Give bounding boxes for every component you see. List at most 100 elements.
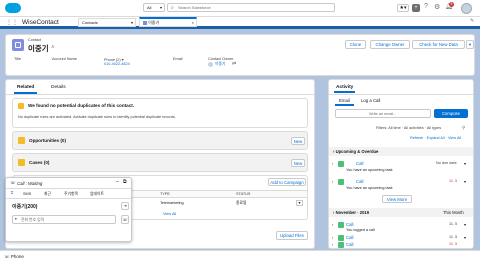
activity-item-4-title[interactable]: Call xyxy=(346,235,353,240)
expand-icon: › xyxy=(332,235,334,240)
popout-icon[interactable]: ⧉ xyxy=(123,179,127,185)
call-panel: ☏ Call : Waiting – ⧉ ⌗ SMS 최근 주기항목 업데이트 … xyxy=(5,177,132,242)
follow-icon[interactable]: ⋏ xyxy=(51,44,55,50)
phone-number-placeholder: 전화 번호 입력 xyxy=(21,217,45,222)
tab-sms[interactable]: SMS xyxy=(23,192,31,196)
change-owner-button[interactable]: Change Owner xyxy=(370,40,410,49)
search-input[interactable]: ⌕ Search Salesforce xyxy=(167,3,335,12)
tab-favorites[interactable]: 주기항목 xyxy=(64,192,78,197)
tab-updates[interactable]: 업데이트 xyxy=(90,192,104,197)
transfer-icon[interactable]: ⇥ xyxy=(121,202,129,210)
item-menu-icon[interactable]: ▾ xyxy=(464,235,466,240)
duplicates-card: We found no potential duplicates of this… xyxy=(12,98,308,128)
activity-item-1[interactable]: › Call You have an upcoming task No due … xyxy=(329,159,473,176)
activity-item-1-desc: You have an upcoming task xyxy=(346,168,393,172)
clone-button[interactable]: Clone xyxy=(345,40,366,49)
nav-tab-record[interactable]: 이중기 × xyxy=(139,17,197,27)
month-section-header[interactable]: › November · 2019 This Month xyxy=(329,208,473,217)
activity-item-1-date: No due date xyxy=(436,161,457,165)
tab-dialpad-icon[interactable]: ⌗ xyxy=(11,191,13,195)
duplicates-body: No duplicate rules are activated. Activa… xyxy=(18,115,176,119)
add-to-campaign-button[interactable]: Add to Campaign xyxy=(268,178,306,186)
change-owner-icon[interactable]: ⇄ xyxy=(232,61,236,67)
compose-button[interactable]: Compose xyxy=(434,109,468,118)
help-icon[interactable]: ? xyxy=(424,3,432,13)
view-more-button[interactable]: View More xyxy=(382,195,412,203)
more-actions-button[interactable]: ▾ xyxy=(466,40,474,49)
tab-related-label: Related xyxy=(17,85,35,90)
check-new-data-button[interactable]: Check for New Data xyxy=(412,40,465,49)
app-launcher-icon[interactable]: ⋮⋮ xyxy=(6,20,18,26)
favorites-icon[interactable]: ★▾ xyxy=(397,4,409,12)
activity-tab-log-call-label: Log a Call xyxy=(361,98,381,103)
call-task-icon xyxy=(338,179,344,185)
utility-phone-item[interactable]: ☏ Phone xyxy=(4,252,24,261)
dial-button[interactable]: ☏ xyxy=(121,215,129,224)
nav-tab-contacts[interactable]: Contacts ▾ xyxy=(78,18,136,27)
item-menu-icon[interactable]: ▾ xyxy=(464,179,466,184)
tab-related[interactable]: Related xyxy=(14,82,38,94)
record-name: 이중기 xyxy=(28,44,49,53)
field-owner-value[interactable]: 이중기 xyxy=(215,62,225,67)
salesforce-logo[interactable] xyxy=(5,3,21,13)
activity-item-3[interactable]: › Call You logged a call 11. 5 ▾ xyxy=(329,220,473,233)
phone-number-input[interactable]: ▾ 전화 번호 입력 xyxy=(12,215,116,224)
row-status-cell: 종료됨 xyxy=(236,201,247,205)
activity-item-2[interactable]: › Call You have an upcoming task 11. 5 ▾ xyxy=(329,177,473,194)
field-phone-value[interactable]: 010-4022-4824 xyxy=(104,62,130,66)
activity-item-2-desc: You have an upcoming task xyxy=(346,186,393,190)
expand-icon: › xyxy=(332,222,334,227)
activity-item-1-title[interactable]: Call xyxy=(356,161,363,166)
minimize-icon[interactable]: – xyxy=(116,179,119,185)
tab-recent[interactable]: 최근 xyxy=(44,192,51,197)
activity-item-5-title[interactable]: Call xyxy=(346,242,353,247)
col-type-header: TYPE xyxy=(160,192,170,196)
activity-item-2-title[interactable]: Call xyxy=(356,179,363,184)
activity-tab-email[interactable]: Email xyxy=(335,96,354,106)
new-opportunity-button[interactable]: New xyxy=(291,137,305,145)
email-input[interactable]: Write an email... xyxy=(335,109,431,118)
activity-item-3-desc: You logged a call xyxy=(346,228,375,232)
row-actions-icon[interactable]: ▾ xyxy=(296,200,303,206)
opportunities-title[interactable]: Opportunities (0) xyxy=(29,138,66,143)
activity-item-4-date: 11. 5 xyxy=(449,235,458,239)
activity-item-3-title[interactable]: Call xyxy=(346,222,353,227)
upcoming-section-header[interactable]: › Upcoming & Overdue xyxy=(329,147,473,156)
gear-icon[interactable]: ⚙ xyxy=(434,3,442,13)
warning-icon xyxy=(18,103,24,109)
field-title-label: Title xyxy=(14,57,22,61)
item-menu-icon[interactable]: ▾ xyxy=(464,161,466,166)
field-email-label: Email xyxy=(173,57,183,61)
activity-item-5[interactable]: › Call 11. 5 xyxy=(329,242,473,249)
item-menu-icon[interactable]: ▾ xyxy=(464,222,466,227)
field-account-label: Account Name xyxy=(52,57,77,61)
avatar[interactable] xyxy=(461,3,472,14)
call-task-icon xyxy=(338,161,344,167)
cases-title[interactable]: Cases (0) xyxy=(29,160,49,165)
call-panel-title: Call : Waiting xyxy=(17,181,43,186)
call-task-icon xyxy=(338,242,344,248)
activity-item-2-date: 11. 5 xyxy=(449,179,458,183)
close-icon[interactable]: × xyxy=(192,19,194,26)
notification-count-badge: 5 xyxy=(449,2,454,7)
call-panel-header: ☏ Call : Waiting – ⧉ xyxy=(6,178,131,189)
app-name: WiseContact xyxy=(22,19,59,26)
activity-item-4[interactable]: › Call 11. 5 ▾ xyxy=(329,234,473,242)
expand-icon: › xyxy=(332,242,334,247)
activity-tab-log-call[interactable]: Log a Call xyxy=(361,96,380,106)
upload-files-button[interactable]: Upload Files xyxy=(276,231,308,240)
month-label: November · 2019 xyxy=(335,210,370,215)
edit-nav-icon[interactable]: ✎ xyxy=(470,18,474,24)
activity-filters[interactable]: Filters: All time · All activities · All… xyxy=(376,126,441,130)
search-scope-label: All xyxy=(147,5,152,10)
search-scope-select[interactable]: All ▾ xyxy=(143,3,165,12)
tab-details[interactable]: Details xyxy=(51,82,66,94)
view-all-link[interactable]: View All xyxy=(163,212,176,216)
cases-card: Cases (0) New xyxy=(12,153,308,172)
new-case-button[interactable]: New xyxy=(291,159,305,167)
filter-icon[interactable]: ⚲ xyxy=(462,125,465,131)
utility-bar: ☏ Phone xyxy=(0,250,480,261)
activity-links[interactable]: Refresh · Expand All · View All xyxy=(410,136,461,140)
chevron-down-icon: › xyxy=(333,210,335,215)
add-icon[interactable]: + xyxy=(412,4,420,12)
